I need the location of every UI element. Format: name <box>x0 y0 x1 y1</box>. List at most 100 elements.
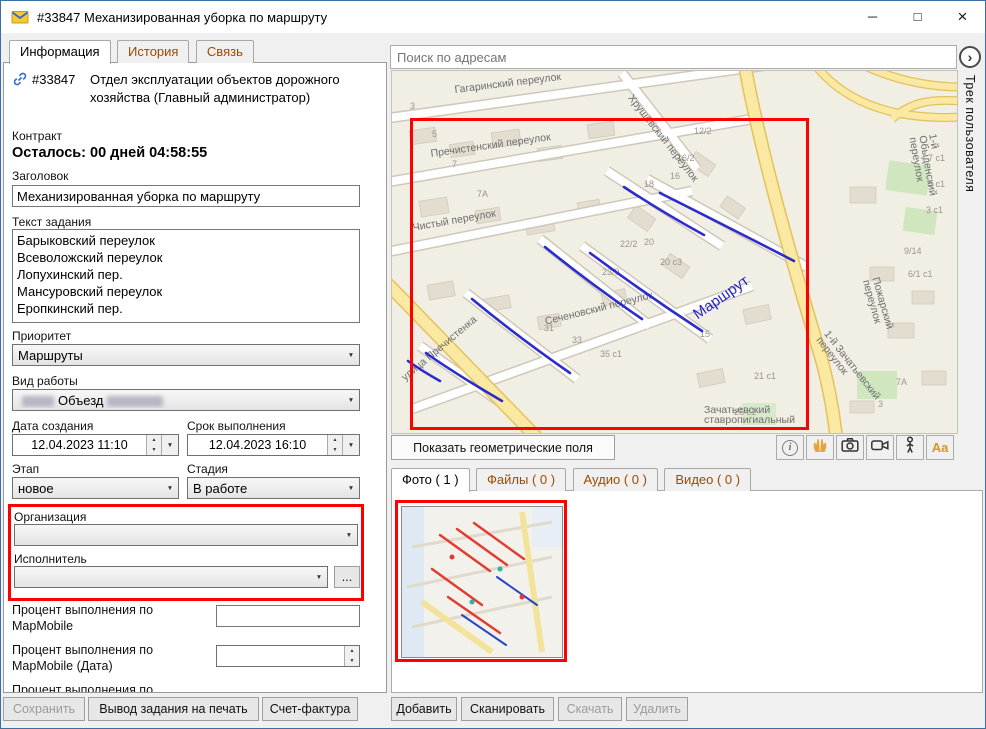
status-value: В работе <box>188 481 343 496</box>
priority-value: Маршруты <box>13 348 343 363</box>
chevron-right-icon: › <box>968 49 973 65</box>
status-select[interactable]: В работе ▼ <box>187 477 360 499</box>
delete-button[interactable]: Удалить <box>626 697 688 721</box>
show-geometry-button[interactable]: Показать геометрические поля <box>391 435 615 460</box>
chevron-down-icon[interactable]: ▼ <box>161 435 178 455</box>
percent-mapmobile-input[interactable] <box>216 605 360 627</box>
tab-photo[interactable]: Фото ( 1 ) <box>391 468 470 492</box>
scan-button[interactable]: Сканировать <box>461 697 554 721</box>
info-form: #33847 Отдел эксплуатации объектов дорож… <box>3 62 387 693</box>
map-view[interactable]: 3577А12/216/2161822/22020 с323/9313335 с… <box>391 70 958 434</box>
task-text-label: Текст задания <box>12 215 91 229</box>
title-bar: #33847 Механизированная уборка по маршру… <box>1 1 985 33</box>
tab-information[interactable]: Информация <box>9 40 111 64</box>
spinner-up-down[interactable]: ▲▼ <box>327 435 342 455</box>
chevron-down-icon[interactable]: ▼ <box>342 435 359 455</box>
close-icon: × <box>958 7 968 27</box>
photo-camera-icon <box>840 435 860 460</box>
title-input[interactable] <box>12 185 360 207</box>
contract-label: Контракт <box>12 129 62 143</box>
percent-mapmobile-date-input[interactable]: ▲▼ <box>216 645 360 667</box>
track-panel-label: Трек пользователя <box>963 75 977 192</box>
window-title: #33847 Механизированная уборка по маршру… <box>37 10 327 25</box>
hands-button[interactable] <box>806 435 834 460</box>
spinner-up-down[interactable]: ▲▼ <box>146 435 161 455</box>
minimize-button[interactable]: ─ <box>850 1 895 32</box>
status-label: Стадия <box>187 462 228 476</box>
app-icon <box>11 8 29 26</box>
person-icon <box>900 435 920 460</box>
deadline-date-value: 12.04.2023 16:10 <box>188 438 327 452</box>
photo-thumbnail[interactable] <box>401 506 563 658</box>
percent-mapmobile-date-label: Процент выполнения по MapMobile (Дата) <box>12 642 207 674</box>
link-icon <box>12 71 28 92</box>
add-attachment-button[interactable]: Добавить <box>391 697 457 721</box>
title-label: Заголовок <box>12 169 68 183</box>
task-text-area[interactable]: Барыковский переулок Всеволожский переул… <box>12 229 360 323</box>
stage-select[interactable]: новое ▼ <box>12 477 179 499</box>
spinner-up-down[interactable]: ▲▼ <box>344 646 359 666</box>
font-size-button[interactable]: Aa <box>926 435 954 460</box>
window-controls: ─ □ × <box>850 1 985 32</box>
percent-third-label: Процент выполнения по <box>12 682 207 693</box>
tab-video[interactable]: Видео ( 0 ) <box>664 468 751 491</box>
attachment-tab-bar: Фото ( 1 ) Файлы ( 0 ) Аудио ( 0 ) Видео… <box>391 468 753 491</box>
print-task-button[interactable]: Вывод задания на печать <box>88 697 259 721</box>
priority-label: Приоритет <box>12 329 71 343</box>
left-tab-bar: Информация История Связь <box>9 40 256 63</box>
task-department: Отдел эксплуатации объектов дорожного хо… <box>90 71 362 107</box>
chevron-down-icon: ▼ <box>341 532 357 539</box>
photo-thumbnail-image <box>402 507 562 657</box>
font-size-icon: Aa <box>932 440 949 455</box>
executor-select[interactable]: ▼ <box>14 566 328 588</box>
time-remaining: Осталось: 00 дней 04:58:55 <box>12 145 207 161</box>
redacted-text <box>107 396 163 407</box>
video-camera-button[interactable] <box>866 435 894 460</box>
work-type-label: Вид работы <box>12 374 78 388</box>
app-window: #33847 Механизированная уборка по маршру… <box>0 0 986 729</box>
chevron-down-icon: ▼ <box>343 485 359 492</box>
stage-label: Этап <box>12 462 39 476</box>
minimize-icon: ─ <box>868 9 877 24</box>
maximize-icon: □ <box>914 9 922 24</box>
organization-select[interactable]: ▼ <box>14 524 358 546</box>
priority-select[interactable]: Маршруты ▼ <box>12 344 360 366</box>
info-icon: i <box>782 440 798 456</box>
photo-camera-button[interactable] <box>836 435 864 460</box>
chevron-down-icon: ▼ <box>343 352 359 359</box>
video-camera-icon <box>870 435 890 460</box>
hands-icon <box>810 435 830 460</box>
chevron-down-icon: ▼ <box>311 574 327 581</box>
deadline-label: Срок выполнения <box>187 419 286 433</box>
executor-more-button[interactable]: ... <box>334 566 360 588</box>
stage-value: новое <box>13 481 162 496</box>
work-type-value: Объезд <box>13 393 343 408</box>
percent-mapmobile-label: Процент выполнения по MapMobile <box>12 602 207 634</box>
tab-history[interactable]: История <box>117 40 189 63</box>
chevron-down-icon: ▼ <box>162 485 178 492</box>
work-type-select[interactable]: Объезд ▼ <box>12 389 360 411</box>
chevron-down-icon: ▼ <box>343 397 359 404</box>
download-button[interactable]: Скачать <box>558 697 622 721</box>
redacted-text <box>22 396 54 407</box>
tab-link[interactable]: Связь <box>196 40 254 63</box>
maximize-button[interactable]: □ <box>895 1 940 32</box>
track-panel-toggle[interactable]: › <box>959 46 981 68</box>
tab-audio[interactable]: Аудио ( 0 ) <box>573 468 658 491</box>
created-date-value: 12.04.2023 11:10 <box>13 438 146 452</box>
created-date-input[interactable]: 12.04.2023 11:10 ▲▼ ▼ <box>12 434 179 456</box>
tab-files[interactable]: Файлы ( 0 ) <box>476 468 566 491</box>
address-search-input[interactable] <box>390 45 957 69</box>
task-number: #33847 <box>32 71 75 89</box>
executor-label: Исполнитель <box>14 552 87 566</box>
deadline-date-input[interactable]: 12.04.2023 16:10 ▲▼ ▼ <box>187 434 360 456</box>
task-link[interactable]: #33847 Отдел эксплуатации объектов дорож… <box>12 71 362 107</box>
close-button[interactable]: × <box>940 1 985 32</box>
created-label: Дата создания <box>12 419 93 433</box>
info-button[interactable]: i <box>776 435 804 460</box>
save-button[interactable]: Сохранить <box>3 697 85 721</box>
invoice-button[interactable]: Счет-фактура <box>262 697 358 721</box>
person-button[interactable] <box>896 435 924 460</box>
organization-label: Организация <box>14 510 86 524</box>
map-base-layer <box>392 71 957 433</box>
